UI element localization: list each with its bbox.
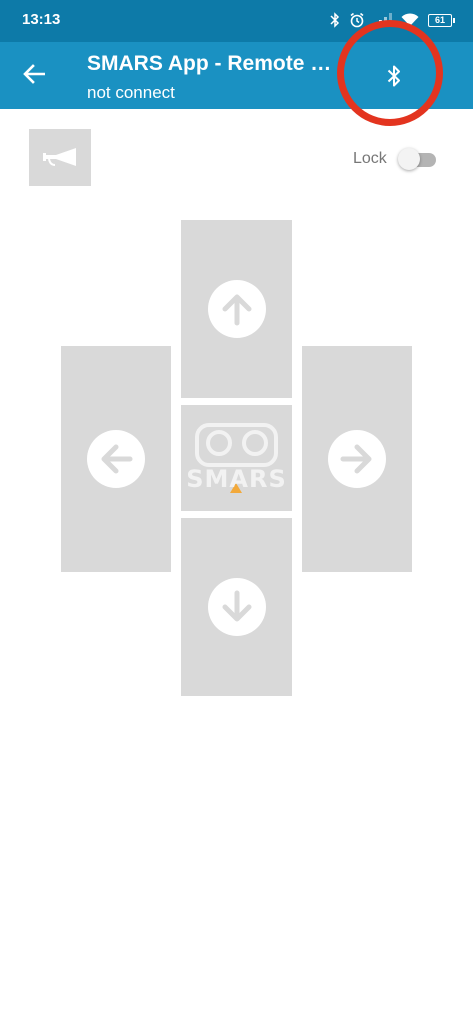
forward-button[interactable] — [181, 220, 292, 398]
battery-icon: 61 — [428, 13, 455, 27]
lock-toggle[interactable] — [398, 148, 436, 170]
right-button[interactable] — [302, 346, 412, 572]
bluetooth-icon — [330, 12, 340, 28]
lock-toggle-thumb — [398, 148, 420, 170]
back-button[interactable] — [14, 54, 54, 94]
status-bar: 13:13 61 — [0, 0, 473, 42]
battery-level: 61 — [428, 13, 452, 27]
bluetooth-icon — [387, 65, 400, 87]
app-bar: SMARS App - Remote Control not connect — [0, 42, 473, 109]
right-arrow-circle — [328, 430, 386, 488]
status-icons: 61 — [330, 9, 455, 31]
signal-icon — [374, 13, 392, 27]
connection-status: not connect — [87, 83, 175, 102]
left-arrow-circle — [87, 430, 145, 488]
arrow-right-icon — [340, 444, 372, 474]
forward-arrow-circle — [207, 280, 266, 338]
smars-logo-panel: SMARS — [181, 405, 292, 511]
arrow-up-icon — [222, 294, 251, 326]
back-arrow-icon — [23, 64, 45, 84]
left-button[interactable] — [61, 346, 171, 572]
bluetooth-connect-button[interactable] — [372, 54, 416, 98]
horn-button[interactable] — [29, 129, 91, 186]
status-time: 13:13 — [22, 11, 61, 28]
lock-label: Lock — [353, 150, 387, 167]
smars-robot-logo — [195, 423, 278, 493]
backward-button[interactable] — [181, 518, 292, 696]
arrow-down-icon — [222, 590, 251, 622]
arrow-left-icon — [101, 444, 133, 474]
wifi-icon — [401, 13, 419, 26]
smars-logo-text: SMARS — [186, 465, 287, 493]
backward-arrow-circle — [207, 578, 266, 636]
app-title: SMARS App - Remote Control — [87, 52, 337, 75]
alarm-icon — [350, 12, 364, 28]
horn-icon — [43, 147, 76, 166]
